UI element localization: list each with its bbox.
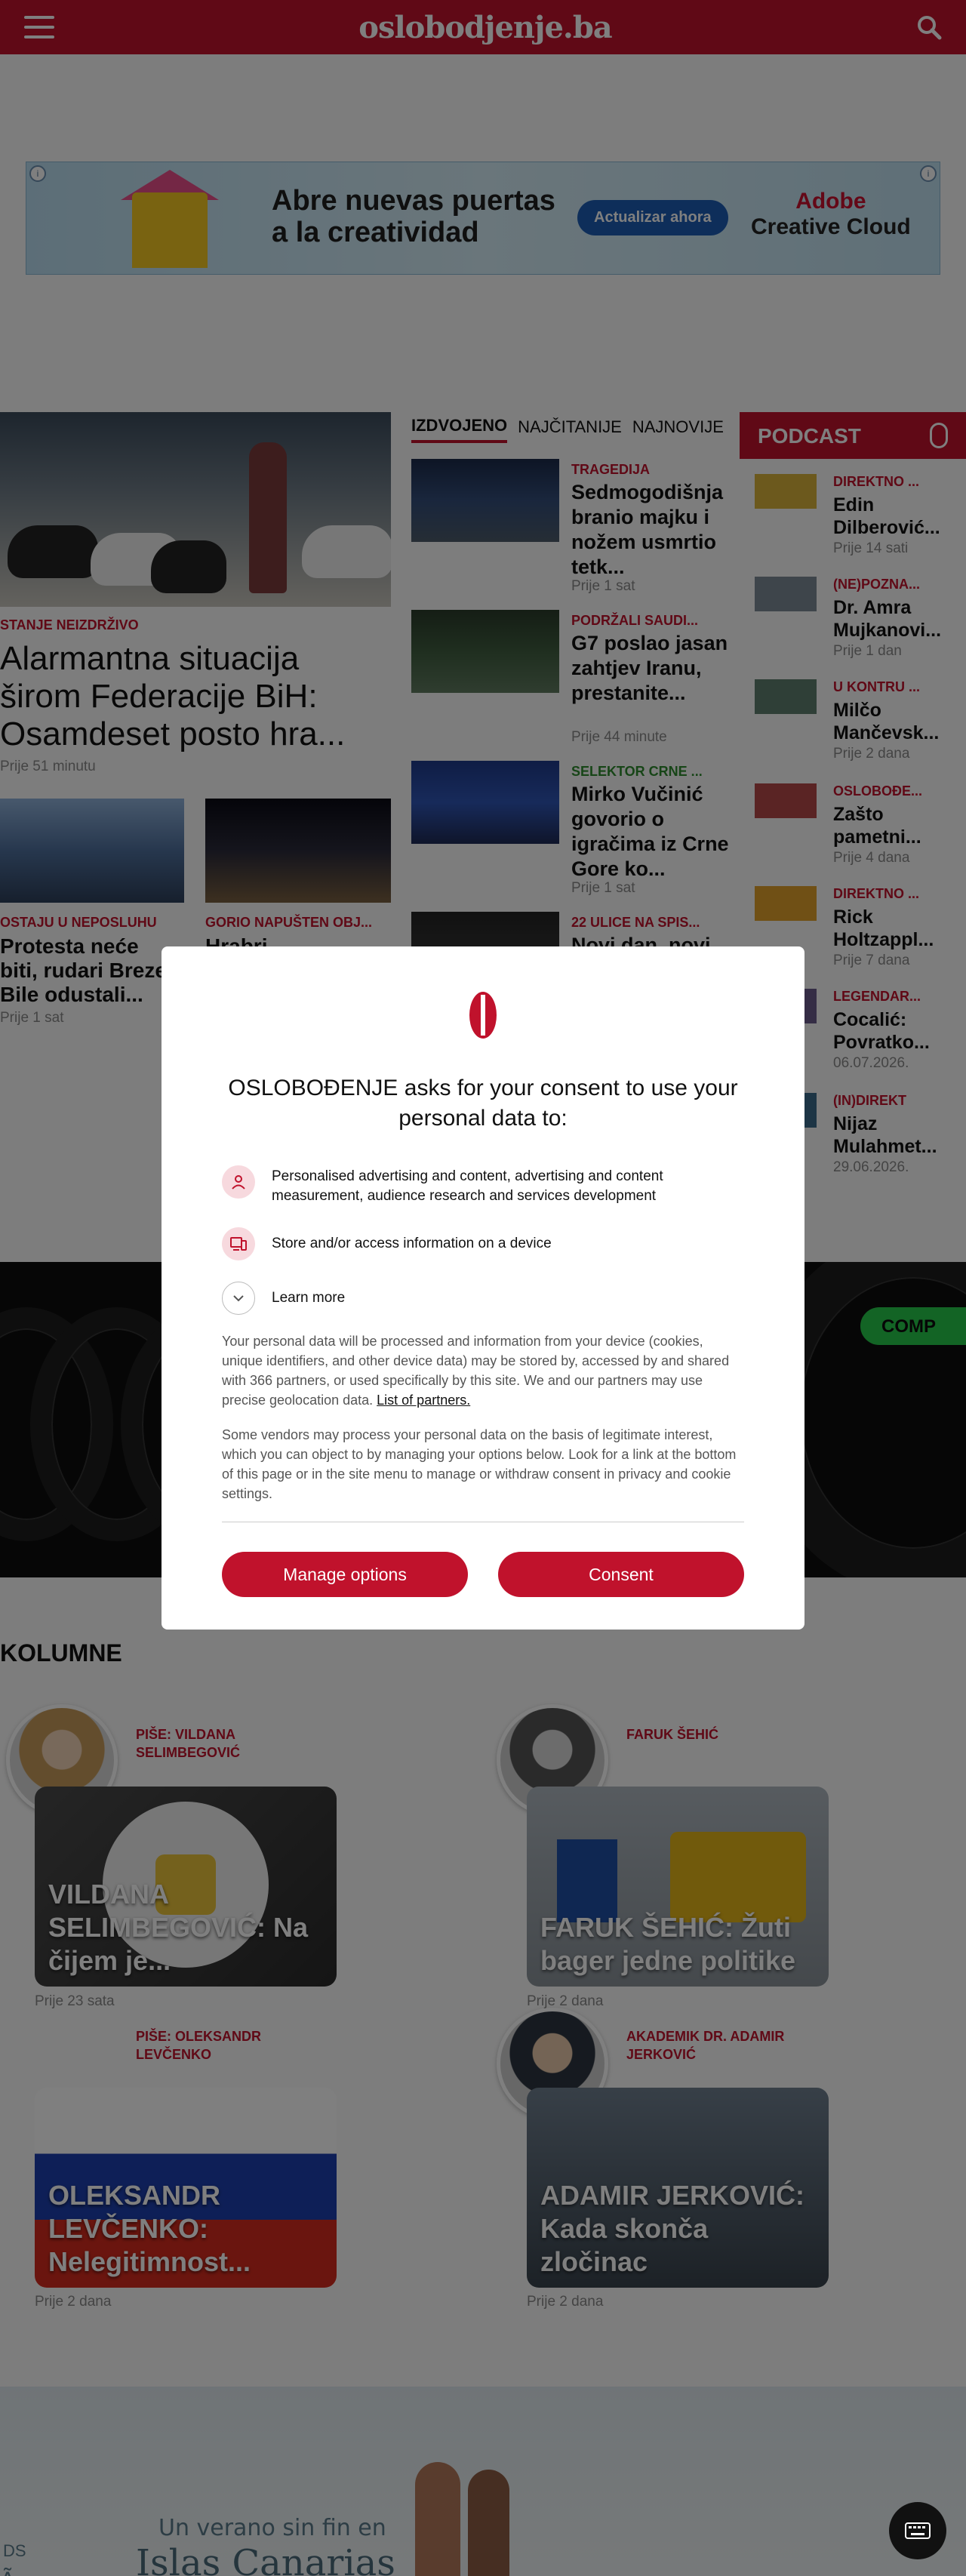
consent-button[interactable]: Consent <box>498 1552 744 1597</box>
consent-dialog: OSLOBOĐENJE asks for your consent to use… <box>162 946 804 1630</box>
person-icon <box>222 1165 255 1199</box>
device-icon <box>222 1227 255 1260</box>
consent-legitimate-interest-text: Some vendors may process your personal d… <box>222 1427 737 1501</box>
consent-purpose: Personalised advertising and content, ad… <box>222 1165 744 1206</box>
learn-more-toggle[interactable]: Learn more <box>222 1282 345 1315</box>
purpose-text: Store and/or access information on a dev… <box>272 1236 552 1251</box>
oslobodjenje-logo-icon <box>469 992 497 1039</box>
partners-link[interactable]: List of partners. <box>377 1393 470 1408</box>
consent-body-text: Your personal data will be processed and… <box>222 1334 730 1408</box>
manage-options-button[interactable]: Manage options <box>222 1552 468 1597</box>
keyboard-icon[interactable] <box>889 2502 946 2559</box>
consent-purpose: Store and/or access information on a dev… <box>222 1227 744 1260</box>
consent-title: OSLOBOĐENJE asks for your consent to use… <box>228 1076 738 1131</box>
learn-more-label: Learn more <box>272 1290 346 1306</box>
chevron-down-icon <box>222 1282 255 1315</box>
purpose-text: Personalised advertising and content, ad… <box>272 1168 663 1204</box>
